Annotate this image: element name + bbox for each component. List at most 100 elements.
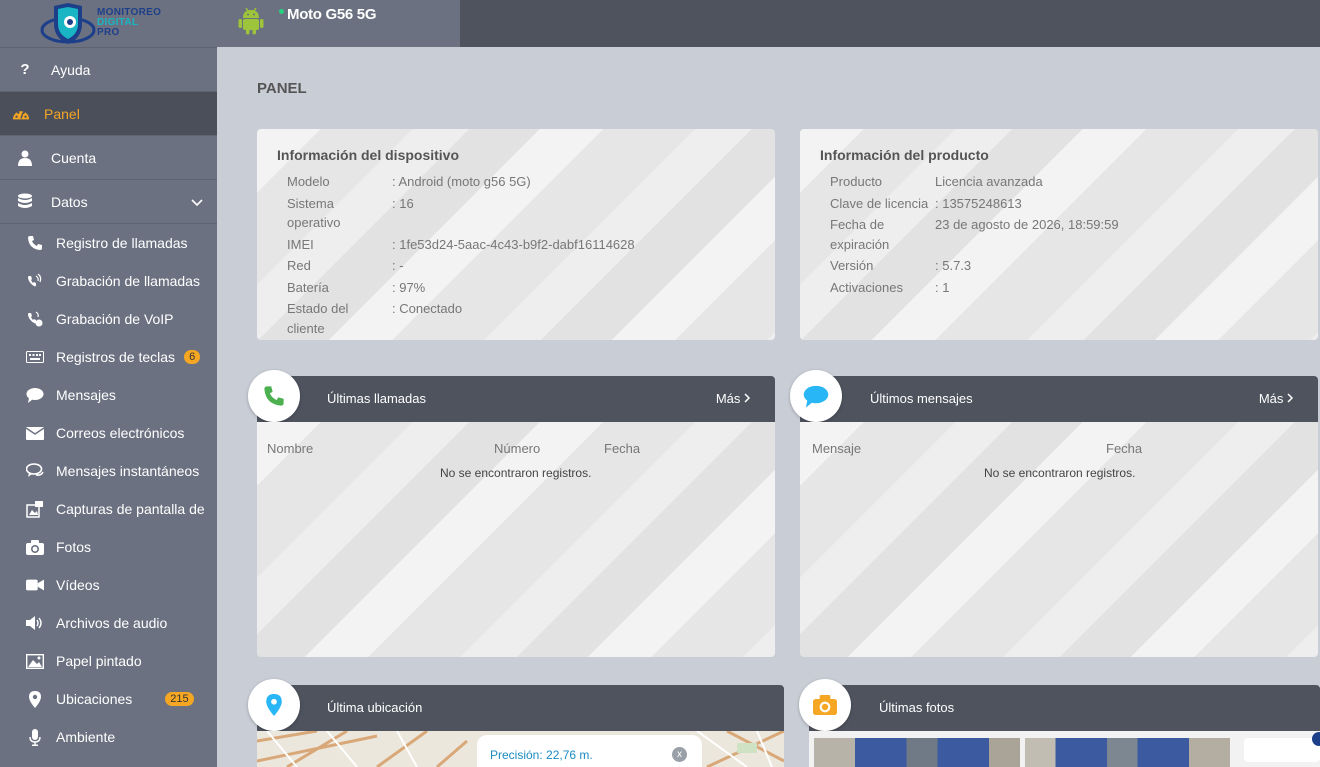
messages-panel-header: Últimos mensajes Más [800,376,1318,422]
image-icon [26,652,44,670]
info-label: Activaciones [830,280,903,295]
chevron-down-icon [191,194,203,210]
info-label: Versión [830,258,874,273]
photos-circle [799,679,851,731]
video-camera-icon [26,576,44,594]
column-header-name: Nombre [267,441,314,456]
shield-logo-icon [40,3,96,44]
nav-ambiente[interactable]: Ambiente [0,718,217,756]
info-value: : Conectado [392,301,463,316]
online-status-dot [279,9,284,14]
info-label: operativo [287,215,341,230]
location-map[interactable]: Precisión: 22,76 m. x [257,731,784,767]
info-label: Fecha de [830,217,885,232]
map-pin-icon [26,690,44,708]
nav-videos[interactable]: Vídeos [0,566,217,604]
product-info-list: Producto Licencia avanzada Clave de lice… [830,172,1310,340]
info-value: : 97% [392,280,426,295]
page-title: PANEL [257,80,307,97]
info-value: Licencia avanzada [935,174,1043,189]
column-header-number: Número [494,441,541,456]
nav-grabacion-voip[interactable]: Grabación de VoIP [0,300,217,338]
photo-thumbnail[interactable] [1244,732,1320,762]
chevron-right-icon [1287,393,1294,403]
chat-bubble-icon [26,386,44,404]
chevron-right-icon [744,393,751,403]
nav-panel[interactable]: Panel [0,91,217,135]
nav-grabacion-llamadas[interactable]: Grabación de llamadas [0,262,217,300]
info-label: Producto [830,174,883,189]
android-icon [238,7,264,35]
microphone-icon [26,728,44,746]
voip-icon [26,310,44,328]
keyboard-icon [26,348,44,366]
nav-cuenta[interactable]: Cuenta [0,135,217,179]
info-value: : 13575248613 [935,196,1022,211]
nav-ayuda[interactable]: ? Ayuda [0,47,217,91]
photos-panel-title: Últimas fotos [879,700,955,715]
nav-ubicaciones[interactable]: Ubicaciones 215 [0,680,217,718]
camera-icon [26,538,44,556]
messages-circle [790,370,842,422]
info-label: expiración [830,237,890,252]
chat-bubble-icon [803,385,829,408]
location-panel-title: Última ubicación [327,700,423,715]
info-value: : 1 [935,280,950,295]
nav-capturas[interactable]: Capturas de pantalla de [0,490,217,528]
info-label: Estado del [287,301,349,316]
dashboard-icon [12,105,30,123]
brand-logo[interactable]: MONITOREO DIGITAL PRO [0,0,217,47]
top-bar: Moto G56 5G [217,0,1320,47]
calls-table: Nombre Número Fecha No se encontraron re… [257,422,775,657]
messages-more-link[interactable]: Más [1259,391,1294,406]
nav-registros-teclas[interactable]: Registros de teclas 6 [0,338,217,376]
device-selector[interactable]: Moto G56 5G [217,0,460,47]
nav-registro-llamadas[interactable]: Registro de llamadas [0,224,217,262]
precision-text: Precisión: 22,76 m. [490,748,593,762]
nav-datos[interactable]: Datos [0,179,217,223]
speaker-icon [26,614,44,632]
photo-thumbnail[interactable] [814,738,1020,767]
product-info-card: Información del producto Producto Licenc… [800,129,1318,340]
calls-panel-title: Últimas llamadas [327,391,426,406]
nav-fotos[interactable]: Fotos [0,528,217,566]
database-icon [16,193,34,211]
device-name: Moto G56 5G [287,6,377,23]
calls-panel-header: Últimas llamadas Más [257,376,775,422]
column-header-message: Mensaje [812,441,862,456]
nav-mensajes[interactable]: Mensajes [0,376,217,414]
info-label: Modelo [287,174,330,189]
photos-panel-header: Últimas fotos [809,685,1320,731]
device-info-title: Información del dispositivo [277,147,460,163]
locations-count-badge: 215 [165,692,194,706]
keylog-count-badge: 6 [184,350,201,364]
brand-text: MONITOREO DIGITAL PRO [97,7,162,38]
phone-icon [264,386,284,406]
info-label: Sistema [287,196,334,211]
device-info-list: Modelo : Android (moto g56 5G) Sistema o… [287,172,767,340]
info-label: Batería [287,280,329,295]
nav-papel-pintado[interactable]: Papel pintado [0,642,217,680]
scroll-indicator-icon [1312,732,1320,746]
screenshot-icon [26,500,44,518]
calls-more-link[interactable]: Más [716,391,751,406]
empty-message: No se encontraron registros. [984,466,1136,480]
info-value: : - [392,258,404,273]
column-header-date: Fecha [604,441,641,456]
nav-audio[interactable]: Archivos de audio [0,604,217,642]
device-info-card: Información del dispositivo Modelo : And… [257,129,775,340]
photo-thumbnail[interactable] [1025,738,1230,767]
phone-icon [26,234,44,252]
info-label: Clave de licencia [830,196,929,211]
close-icon[interactable]: x [672,747,687,762]
chat-bubbles-icon [26,462,44,480]
calls-circle [248,370,300,422]
info-label: cliente [287,321,325,336]
product-info-title: Información del producto [820,147,989,163]
nav-correos[interactable]: Correos electrónicos [0,414,217,452]
info-value: 23 de agosto de 2026, 18:59:59 [935,217,1119,232]
nav-mensajes-instantaneos[interactable]: Mensajes instantáneos [0,452,217,490]
empty-message: No se encontraron registros. [440,466,592,480]
location-panel-header: Última ubicación [257,685,784,731]
envelope-icon [26,424,44,442]
